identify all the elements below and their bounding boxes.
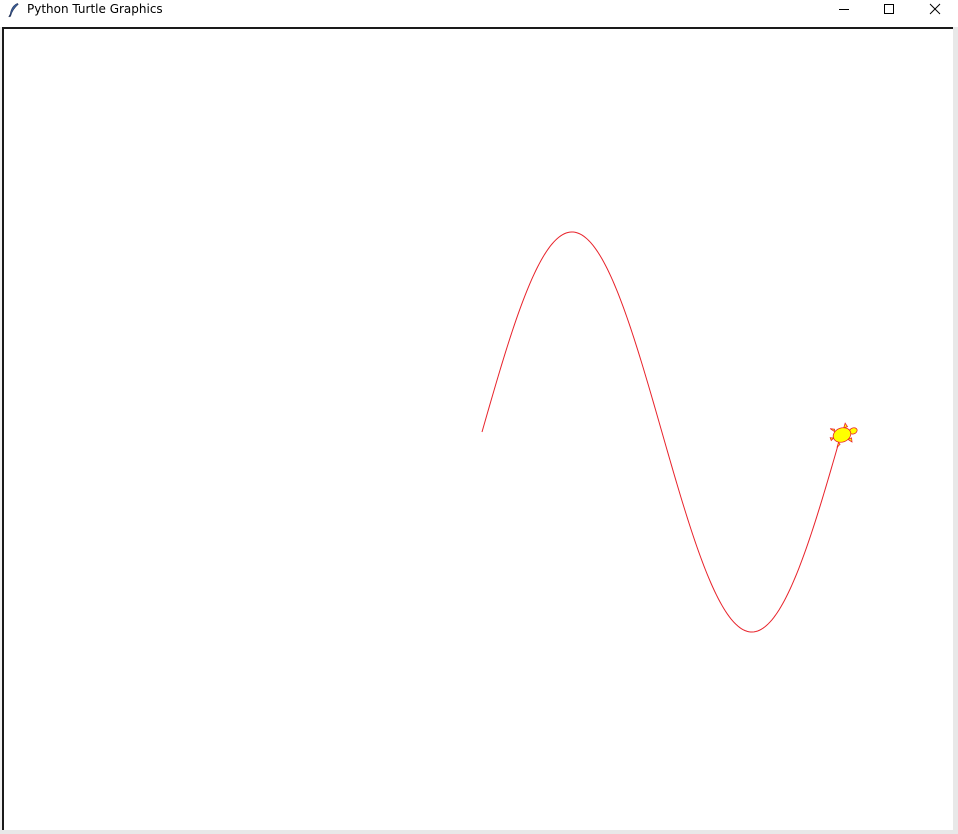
minimize-button[interactable] — [821, 0, 867, 18]
title-bar[interactable]: Python Turtle Graphics — [0, 0, 958, 27]
drawing-surface — [481, 231, 858, 633]
window-edge-bottom — [0, 830, 958, 834]
close-button[interactable] — [912, 0, 958, 18]
window-title: Python Turtle Graphics — [27, 2, 163, 16]
sine-curve-path — [481, 231, 841, 633]
turtle-canvas[interactable] — [2, 27, 953, 830]
window-edge-right — [953, 27, 958, 834]
maximize-icon — [884, 4, 894, 14]
feather-icon — [8, 3, 19, 18]
turtle-icon — [829, 422, 858, 448]
maximize-button[interactable] — [866, 0, 912, 18]
turtle-window: Python Turtle Graphics — [0, 0, 958, 834]
close-icon — [929, 3, 941, 15]
minimize-icon — [839, 9, 849, 10]
